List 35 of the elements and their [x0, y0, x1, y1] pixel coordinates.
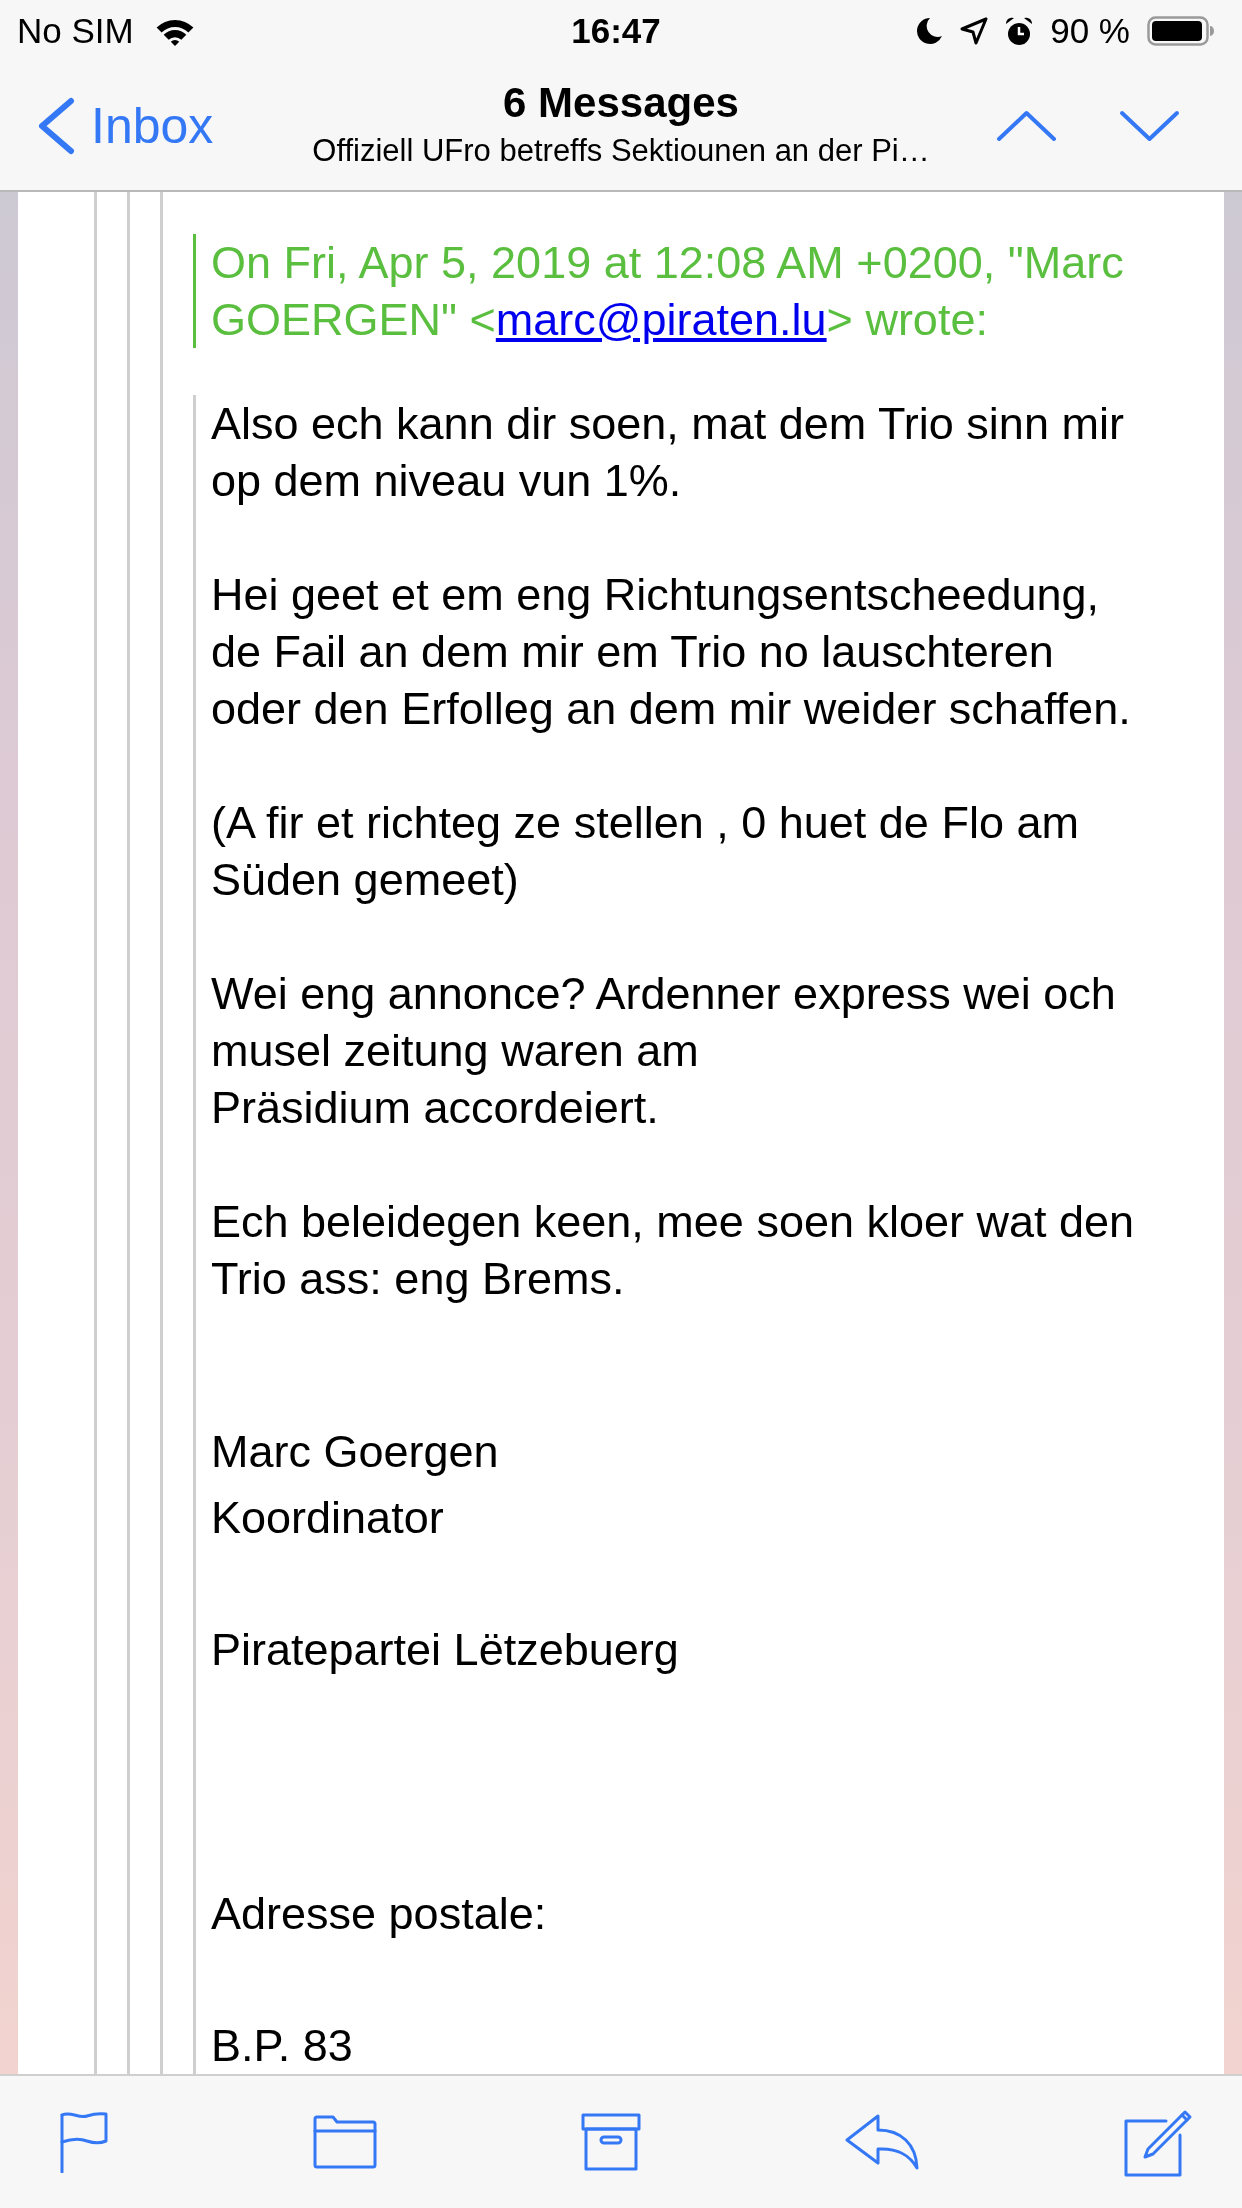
archive-box-icon: [581, 2113, 641, 2171]
flag-icon: [59, 2111, 109, 2173]
location-arrow-icon: [960, 17, 989, 45]
chevron-down-icon: [1119, 110, 1180, 142]
battery-percentage: 90 %: [1050, 11, 1130, 51]
back-button[interactable]: Inbox: [38, 96, 214, 156]
chevron-up-icon: [996, 110, 1057, 142]
message-paragraph: Ech beleidegen keen, mee soen kloer wat den Trio ass: eng Brems.: [211, 1195, 1136, 1306]
message-paragraph: (A fir et richteg ze stellen , 0 huet de Flo am Süden gemeet): [211, 796, 1080, 907]
status-time: 16:47: [571, 11, 661, 51]
alarm-clock-icon: [1005, 16, 1034, 46]
signature-line: Marc Goergen: [211, 1427, 500, 1477]
signature-line: Adresse postale:: [211, 1889, 548, 1939]
message-paragraph: Hei geet et em eng Richtungsentscheedung, de Fail an dem mir em Trio no lauschteren oder den Erfolleg an dem mir weider schaffen.: [211, 568, 1132, 736]
carrier-label: No SIM: [17, 11, 134, 51]
back-chevron-icon: [38, 97, 75, 155]
flag-button[interactable]: [59, 2111, 109, 2173]
message-paragraph: Also ech kann dir soen, mat dem Trio sinn mir op dem niveau vun 1%.: [211, 397, 1125, 508]
thread-subject: Offiziell UFro betreffs Sektiounen an der Pi…: [312, 132, 930, 170]
folder-icon: [313, 2115, 377, 2169]
battery-icon: [1147, 16, 1215, 46]
moon-icon: [915, 17, 944, 45]
quote-attribution: On Fri, Apr 5, 2019 at 12:08 AM +0200, "Marc GOERGEN" <marc@piraten.lu> wrote:: [211, 236, 1125, 347]
move-to-folder-button[interactable]: [313, 2115, 377, 2169]
signature-line: Koordinator: [211, 1493, 445, 1543]
previous-message-button[interactable]: [996, 110, 1057, 142]
reply-arrow-icon: [845, 2114, 920, 2170]
reply-button[interactable]: [845, 2114, 920, 2170]
message-paragraph: Wei eng annonce? Ardenner express wei och musel zeitung waren am Präsidium accordeiert.: [211, 967, 1117, 1135]
next-message-button[interactable]: [1119, 110, 1180, 142]
email-link[interactable]: marc@piraten.lu: [495, 294, 827, 345]
archive-button[interactable]: [581, 2113, 641, 2171]
signature-line: Piratepartei Lëtzebuerg: [211, 1625, 680, 1675]
thread-title: 6 Messages: [503, 78, 739, 128]
signature-line: B.P. 83: [211, 2021, 354, 2071]
